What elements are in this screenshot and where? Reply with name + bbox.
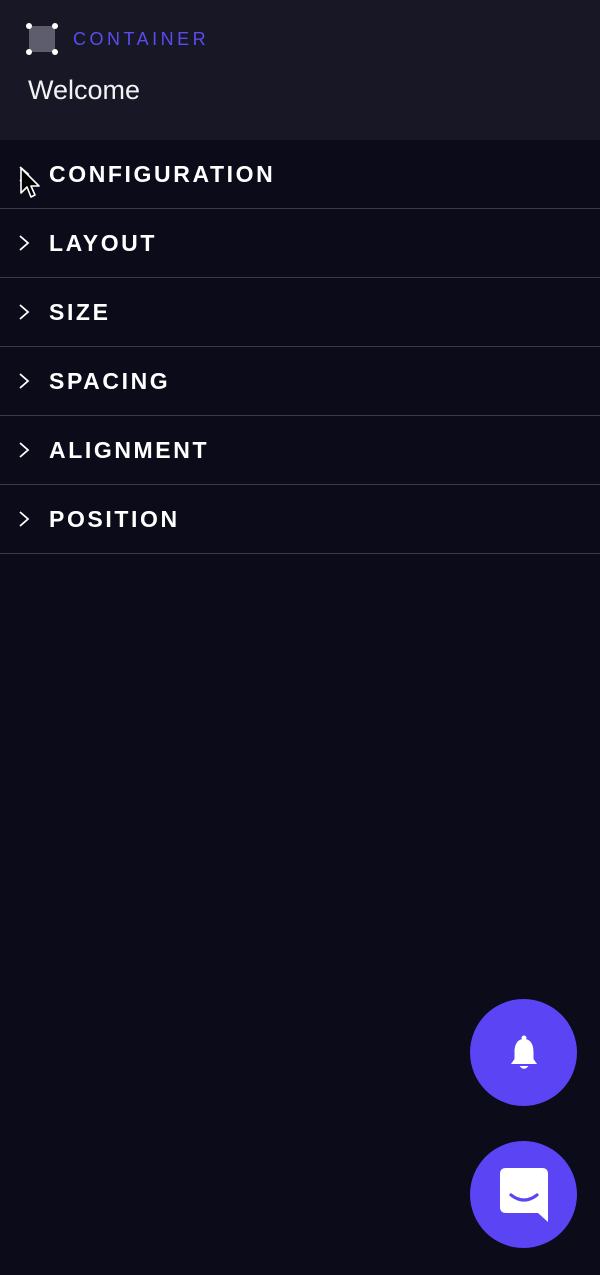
chevron-right-icon <box>19 442 30 458</box>
section-label: POSITION <box>49 505 180 532</box>
section-label: CONFIGURATION <box>49 160 276 187</box>
element-type: CONTAINER <box>26 22 209 56</box>
section-label: ALIGNMENT <box>49 436 210 463</box>
chevron-right-icon <box>19 304 30 320</box>
element-name: Welcome <box>28 75 141 105</box>
section-spacing[interactable]: SPACING <box>0 347 600 416</box>
section-label: LAYOUT <box>49 229 158 256</box>
property-sections: CONFIGURATION LAYOUT SIZE SPACING ALIGNM… <box>0 140 600 554</box>
chevron-right-icon <box>19 235 30 251</box>
element-type-label: CONTAINER <box>73 28 210 49</box>
container-icon <box>26 23 58 55</box>
section-label: SIZE <box>49 298 111 325</box>
chevron-right-icon <box>19 373 30 389</box>
section-label: SPACING <box>49 367 171 394</box>
chat-button[interactable] <box>470 1141 577 1248</box>
chat-icon <box>499 1167 548 1222</box>
section-size[interactable]: SIZE <box>0 278 600 347</box>
section-position[interactable]: POSITION <box>0 485 600 554</box>
chevron-right-icon <box>19 166 30 182</box>
section-layout[interactable]: LAYOUT <box>0 209 600 278</box>
section-configuration[interactable]: CONFIGURATION <box>0 140 600 209</box>
bell-icon <box>510 1035 537 1069</box>
chevron-right-icon <box>19 511 30 527</box>
panel-header: CONTAINER Welcome <box>0 0 600 140</box>
notifications-button[interactable] <box>470 999 577 1106</box>
section-alignment[interactable]: ALIGNMENT <box>0 416 600 485</box>
